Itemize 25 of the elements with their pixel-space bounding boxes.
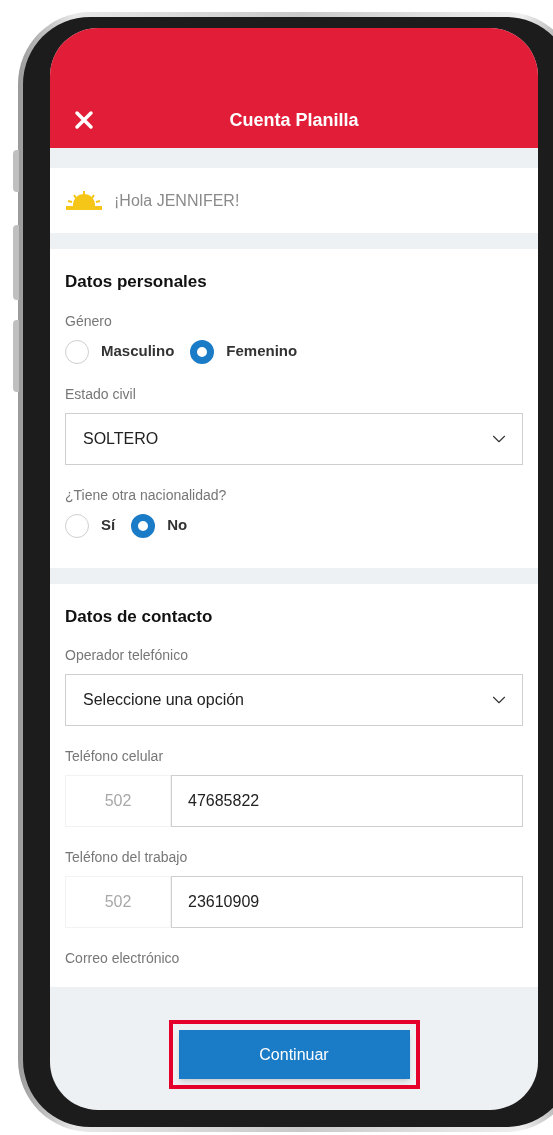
country-code-field: 502 [65,775,171,827]
radio-label: Masculino [101,341,175,362]
select-field[interactable]: SOLTERO [65,412,523,465]
field-label: Teléfono del trabajo [65,848,189,867]
phone-input-field[interactable]: 23610909 [171,876,523,928]
field-label: Correo electrónico [65,949,181,968]
country-code-field: 502 [65,876,171,928]
field-label: ¿Tiene otra nacionalidad? [65,485,228,505]
radio-button[interactable] [131,513,156,538]
radio-label: No [167,515,188,536]
radio-label: Femenino [226,341,298,362]
radio-button[interactable] [190,339,215,364]
header-title: Cuenta Planilla [228,109,360,132]
radio-label: Sí [101,515,116,536]
section-title: Datos de contacto [65,605,214,628]
phone-input-field[interactable]: 47685822 [171,775,523,827]
section-title: Datos personales [65,271,208,293]
field-label: Operador telefónico [65,646,189,665]
greeting-text: ¡Hola JENNIFER! [114,190,240,211]
field-label: Teléfono celular [65,747,165,766]
field-label: Género [65,311,113,331]
sunrise-icon [66,189,102,212]
continue-button[interactable]: Continuar [178,1030,410,1079]
field-label: Estado civil [65,384,137,404]
select-field[interactable]: Seleccione una opción [65,674,523,726]
